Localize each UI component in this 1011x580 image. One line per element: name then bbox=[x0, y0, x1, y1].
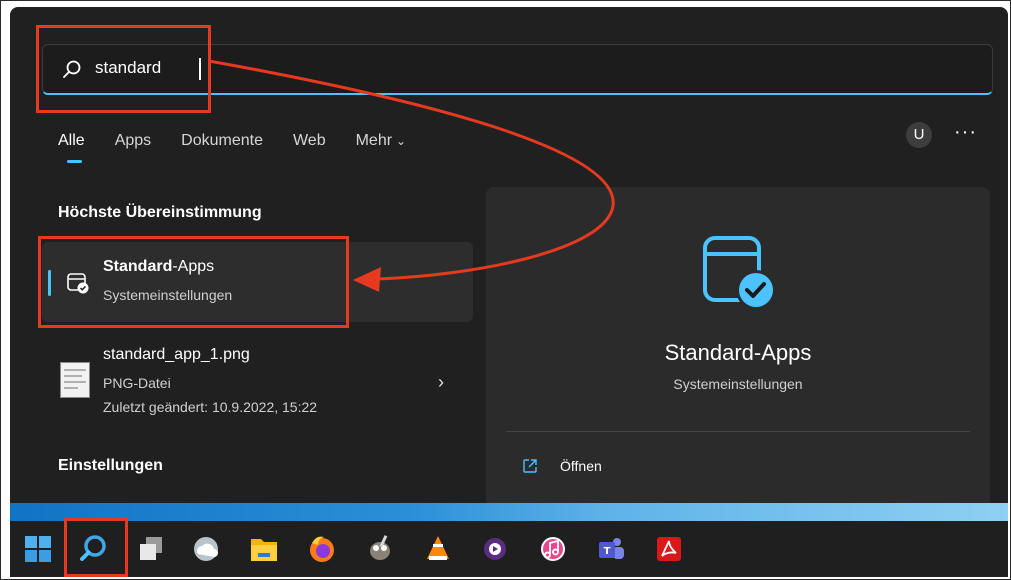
windows-start-icon[interactable] bbox=[20, 531, 56, 567]
file-modified: Zuletzt geändert: 10.9.2022, 15:22 bbox=[103, 399, 318, 415]
file-type: PNG-Datei bbox=[103, 375, 171, 391]
itunes-icon[interactable] bbox=[535, 531, 571, 567]
best-match-heading: Höchste Übereinstimmung bbox=[58, 204, 262, 221]
open-external-icon bbox=[523, 459, 537, 473]
taskbar: T bbox=[10, 521, 1008, 577]
result-title: Standard-Apps bbox=[103, 258, 215, 275]
detail-pane: Standard-Apps Systemeinstellungen Öffnen bbox=[486, 187, 990, 503]
chevron-right-icon[interactable]: › bbox=[438, 372, 444, 393]
file-result[interactable]: standard_app_1.png PNG-Datei Zuletzt geä… bbox=[42, 342, 473, 424]
tab-label: Dokumente bbox=[181, 132, 263, 149]
tab-label: Apps bbox=[114, 132, 152, 149]
divider bbox=[506, 431, 970, 432]
media-player-icon[interactable] bbox=[477, 531, 513, 567]
tab-label: Alle bbox=[58, 132, 85, 149]
user-avatar[interactable]: U bbox=[906, 122, 932, 148]
search-icon[interactable] bbox=[75, 531, 111, 567]
acrobat-icon[interactable] bbox=[651, 531, 687, 567]
file-explorer-icon[interactable] bbox=[246, 531, 282, 567]
result-subtitle: Systemeinstellungen bbox=[103, 287, 233, 303]
open-label: Öffnen bbox=[560, 458, 602, 474]
default-apps-large-icon bbox=[703, 236, 776, 310]
tab-apps[interactable]: Apps bbox=[115, 132, 151, 162]
firefox-icon[interactable] bbox=[304, 531, 340, 567]
best-match-result[interactable]: Standard-Apps Systemeinstellungen bbox=[42, 242, 473, 322]
task-view-icon[interactable] bbox=[133, 531, 169, 567]
tab-label: Mehr bbox=[355, 132, 393, 149]
search-icon bbox=[63, 60, 81, 78]
detail-app-name: Standard-Apps bbox=[664, 340, 812, 365]
open-button[interactable]: Öffnen bbox=[522, 458, 602, 474]
screenshot-frame: Alle Apps Dokumente Web Mehr⌄ U ··· Höch… bbox=[0, 0, 1011, 580]
settings-heading: Einstellungen bbox=[58, 457, 163, 474]
search-input[interactable] bbox=[95, 58, 695, 78]
onedrive-icon[interactable] bbox=[188, 531, 224, 567]
selection-indicator bbox=[48, 270, 51, 296]
teams-icon[interactable]: T bbox=[593, 531, 629, 567]
default-apps-icon bbox=[67, 273, 89, 294]
search-filter-tabs: Alle Apps Dokumente Web Mehr ⌄ bbox=[58, 132, 436, 163]
tab-dokumente[interactable]: Dokumente bbox=[181, 132, 263, 162]
desktop-wallpaper bbox=[10, 503, 1008, 521]
svg-text:T: T bbox=[604, 546, 611, 557]
detail-app-kind: Systemeinstellungen bbox=[673, 376, 803, 392]
file-title: standard_app_1.png bbox=[103, 346, 250, 363]
chevron-down-icon: ⌄ bbox=[396, 134, 407, 148]
text-caret bbox=[199, 58, 201, 80]
tab-web[interactable]: Web bbox=[293, 132, 326, 162]
search-box[interactable] bbox=[42, 44, 993, 95]
active-tab-indicator bbox=[67, 160, 82, 163]
vlc-icon[interactable] bbox=[420, 531, 456, 567]
gimp-icon[interactable] bbox=[362, 531, 398, 567]
file-thumbnail bbox=[60, 362, 90, 398]
more-options-button[interactable]: ··· bbox=[954, 121, 977, 144]
search-flyout: Alle Apps Dokumente Web Mehr⌄ U ··· Höch… bbox=[10, 7, 1008, 503]
tab-mehr[interactable]: Mehr ⌄ bbox=[356, 132, 407, 162]
tab-label: Web bbox=[292, 132, 326, 149]
tab-alle[interactable]: Alle bbox=[58, 132, 85, 163]
